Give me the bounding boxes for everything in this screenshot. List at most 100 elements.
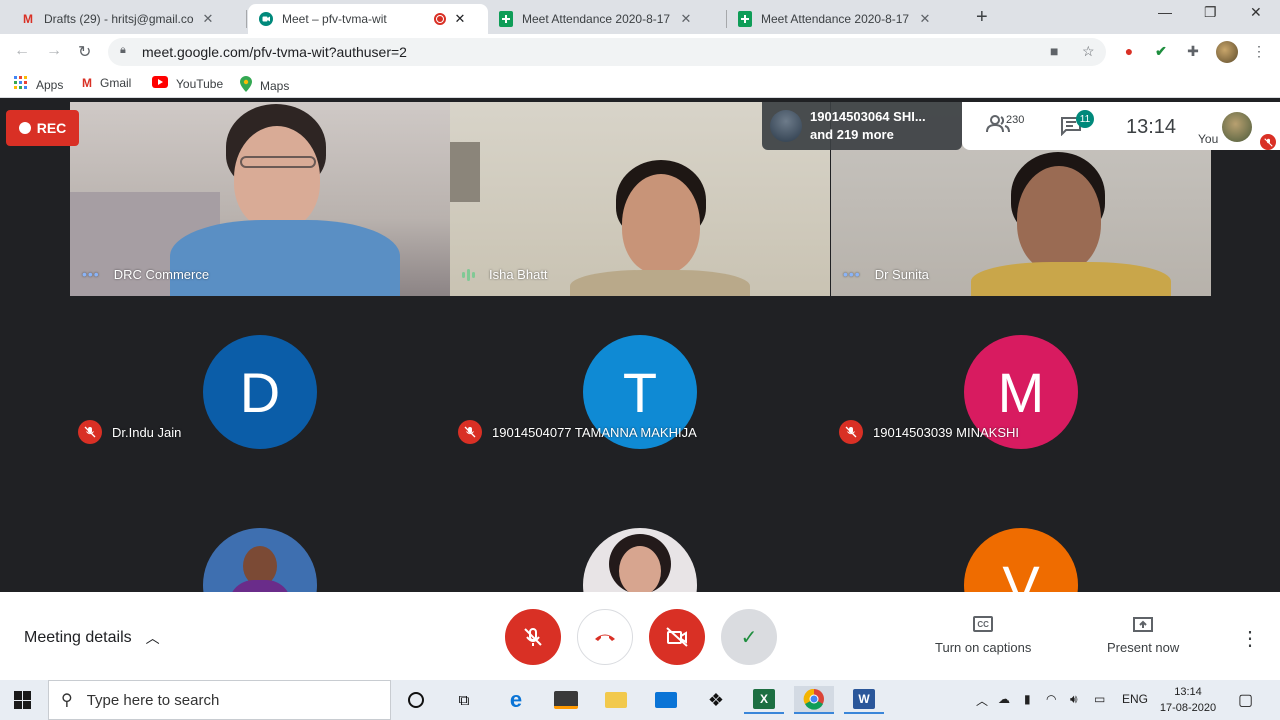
lock-icon: 🔒︎ bbox=[120, 44, 126, 56]
taskbar-search-box[interactable]: ⚲ Type here to search bbox=[48, 680, 391, 720]
partial-tile-3[interactable]: V bbox=[831, 490, 1211, 592]
extension-check-button[interactable]: ✓ bbox=[721, 609, 777, 665]
participant-name-text: Dr Sunita bbox=[874, 266, 929, 282]
tab-close-icon[interactable]: ✕ bbox=[452, 11, 468, 27]
back-arrow-icon[interactable]: ← bbox=[14, 42, 30, 60]
reload-icon[interactable]: ↻ bbox=[78, 42, 91, 62]
partial-tile-2[interactable] bbox=[450, 490, 830, 592]
bookmark-apps[interactable]: Apps bbox=[14, 76, 63, 93]
wifi-icon[interactable]: ◠ bbox=[1046, 692, 1056, 706]
search-placeholder: Type here to search bbox=[86, 691, 220, 709]
profile-avatar[interactable] bbox=[1216, 41, 1238, 63]
bookmark-maps[interactable]: Maps bbox=[240, 76, 289, 95]
minimize-button[interactable]: — bbox=[1158, 4, 1172, 20]
participant-name-text: Isha Bhatt bbox=[489, 267, 548, 282]
avatar-circle: D bbox=[203, 335, 317, 449]
volume-icon[interactable]: 🔊︎ bbox=[1070, 692, 1078, 707]
edge-icon[interactable]: e bbox=[496, 686, 536, 714]
bookmark-label: Gmail bbox=[100, 76, 132, 90]
mic-toggle-button[interactable] bbox=[505, 609, 561, 665]
tab-meet-attendance-1[interactable]: Meet Attendance 2020-8-17 12:5 ✕ bbox=[488, 4, 704, 34]
face bbox=[622, 174, 700, 274]
sheets-icon bbox=[737, 11, 753, 27]
presenter-chip[interactable]: 19014503064 SHI... and 219 more bbox=[762, 102, 962, 150]
video-tile-drc-commerce[interactable]: ••• DRC Commerce bbox=[70, 102, 450, 296]
sheets-icon bbox=[498, 11, 514, 27]
battery-icon[interactable]: ▭ bbox=[1094, 692, 1105, 706]
participant-photo bbox=[583, 528, 697, 592]
tab-close-icon[interactable]: ✕ bbox=[917, 11, 933, 27]
recording-indicator-icon bbox=[434, 13, 446, 25]
show-hidden-icons[interactable]: ︿ bbox=[976, 692, 988, 709]
microphone-icon[interactable]: ▮ bbox=[1024, 692, 1031, 706]
tab-meet-attendance-2[interactable]: Meet Attendance 2020-8-17 12:5 ✕ bbox=[727, 4, 943, 34]
forward-arrow-icon[interactable]: → bbox=[46, 42, 62, 60]
address-bar[interactable]: 🔒︎ meet.google.com/pfv-tvma-wit?authuser… bbox=[108, 38, 1106, 66]
camera-in-use-icon[interactable]: ■ bbox=[1050, 43, 1058, 59]
tab-title: Meet Attendance 2020-8-17 12:5 bbox=[761, 12, 911, 26]
tab-meet[interactable]: Meet – pfv-tvma-wit ✕ bbox=[248, 4, 488, 34]
leave-call-button[interactable] bbox=[577, 609, 633, 665]
face bbox=[234, 126, 320, 230]
restore-button[interactable]: ❐ bbox=[1204, 4, 1217, 21]
face bbox=[1017, 166, 1101, 272]
bookmark-gmail[interactable]: M Gmail bbox=[82, 76, 131, 90]
new-tab-button[interactable]: + bbox=[976, 6, 988, 29]
body bbox=[170, 220, 400, 296]
windows-start-icon[interactable] bbox=[14, 691, 32, 709]
participant-name: ••• Dr Sunita bbox=[843, 266, 929, 282]
participant-name: Dr.Indu Jain bbox=[78, 420, 181, 444]
participant-photo bbox=[203, 528, 317, 592]
system-clock[interactable]: 13:14 17-08-2020 bbox=[1155, 684, 1221, 716]
chrome-menu-icon[interactable]: ⋮ bbox=[1250, 42, 1268, 60]
body bbox=[570, 270, 750, 296]
action-center-icon[interactable]: ▢ bbox=[1238, 690, 1253, 710]
meeting-details-button[interactable]: Meeting details ︿ bbox=[24, 628, 160, 648]
bookmark-label: Apps bbox=[36, 77, 64, 92]
present-now-button[interactable]: Present now bbox=[1107, 616, 1179, 655]
task-view-icon[interactable]: ⧉ bbox=[444, 686, 484, 714]
excel-icon[interactable]: X bbox=[744, 686, 784, 714]
avatar-tile-minakshi[interactable]: M 19014503039 MINAKSHI bbox=[831, 296, 1211, 490]
participant-name: Isha Bhatt bbox=[462, 267, 548, 282]
self-mic-muted-icon bbox=[1260, 134, 1276, 150]
dropbox-icon[interactable]: ❖ bbox=[696, 686, 736, 714]
camera-toggle-button[interactable] bbox=[649, 609, 705, 665]
record-dot-icon bbox=[18, 122, 31, 134]
meet-icon bbox=[258, 11, 274, 27]
tab-close-icon[interactable]: ✕ bbox=[678, 11, 694, 27]
cortana-icon[interactable] bbox=[396, 686, 436, 714]
audio-dots-icon: ••• bbox=[843, 266, 861, 282]
browser-toolbar: ← → ↻ 🔒︎ meet.google.com/pfv-tvma-wit?au… bbox=[0, 34, 1280, 70]
clock-time: 13:14 bbox=[1174, 686, 1202, 698]
input-language[interactable]: ENG bbox=[1122, 692, 1148, 706]
avatar-tile-tamanna-makhija[interactable]: T 19014504077 TAMANNA MAKHIJA bbox=[450, 296, 830, 490]
partial-tile-1[interactable] bbox=[70, 490, 450, 592]
word-icon[interactable]: W bbox=[844, 686, 884, 714]
present-screen-icon bbox=[1133, 617, 1154, 632]
amazon-icon[interactable] bbox=[546, 686, 586, 714]
chat-count-badge: 11 bbox=[1076, 110, 1094, 128]
extensions-puzzle-icon[interactable]: ✚ bbox=[1184, 42, 1202, 60]
tab-close-icon[interactable]: ✕ bbox=[200, 11, 216, 27]
bookmark-youtube[interactable]: YouTube bbox=[152, 76, 223, 91]
extension-red-icon[interactable]: ● bbox=[1120, 42, 1138, 60]
more-options-icon[interactable]: ⋮ bbox=[1240, 626, 1260, 651]
windows-taskbar: ⚲ Type here to search ⧉ e ❖ X W ︿ ☁ ▮ ◠ … bbox=[0, 680, 1280, 720]
extension-check-icon[interactable]: ✔ bbox=[1152, 42, 1170, 60]
avatar-tile-indu-jain[interactable]: D Dr.Indu Jain bbox=[70, 296, 450, 490]
bookmark-star-icon[interactable]: ☆ bbox=[1082, 43, 1095, 60]
bookmark-label: YouTube bbox=[176, 76, 224, 91]
bookmark-label: Maps bbox=[260, 78, 290, 93]
checkmark-icon: ✓ bbox=[740, 626, 758, 649]
close-window-button[interactable]: ✕ bbox=[1250, 4, 1262, 21]
chrome-icon[interactable] bbox=[794, 686, 834, 714]
mic-muted-icon bbox=[78, 420, 102, 444]
self-avatar[interactable] bbox=[1222, 112, 1252, 142]
captions-button[interactable]: CC Turn on captions bbox=[935, 616, 1031, 655]
url-text[interactable]: meet.google.com/pfv-tvma-wit?authuser=2 bbox=[142, 44, 407, 60]
mail-icon[interactable] bbox=[646, 686, 686, 714]
file-explorer-icon[interactable] bbox=[596, 686, 636, 714]
onedrive-icon[interactable]: ☁ bbox=[998, 692, 1010, 706]
tab-gmail-drafts[interactable]: M Drafts (29) - hritsj@gmail.com - G ✕ bbox=[10, 4, 226, 34]
